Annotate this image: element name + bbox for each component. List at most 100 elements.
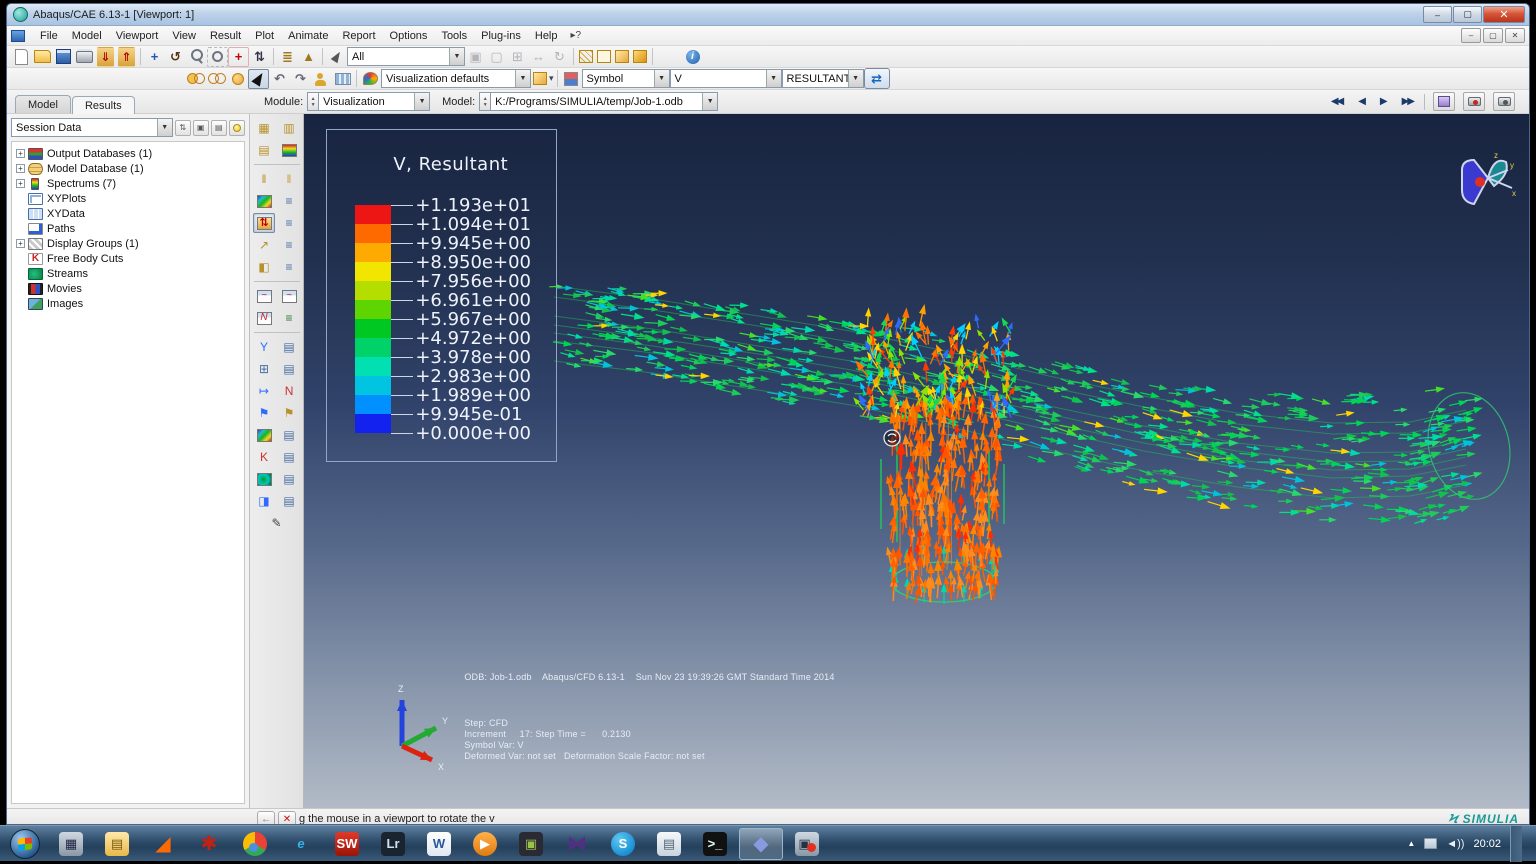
taskbar-remote-desktop[interactable]: ▦ (49, 828, 93, 860)
ladder-tool-icon[interactable]: ≣ (277, 47, 298, 67)
first-frame-button[interactable]: ◀◀ (1328, 94, 1345, 109)
tree-item-streams[interactable]: Streams (14, 266, 242, 281)
pan-view-icon[interactable]: + (144, 47, 165, 67)
tree-item-xydata[interactable]: XYData (14, 206, 242, 221)
save-image-icon[interactable] (1463, 92, 1485, 111)
open-file-icon[interactable] (32, 47, 53, 67)
taskbar-command-prompt[interactable]: >_ (693, 828, 737, 860)
last-frame-button[interactable]: ▶▶ (1399, 94, 1416, 109)
menu-report[interactable]: Report (335, 28, 382, 44)
create-path-icon[interactable]: ↦ (253, 381, 275, 401)
venn-union-icon[interactable] (185, 69, 206, 89)
spectrum-manager-icon[interactable] (278, 140, 300, 160)
tree-filter-button[interactable]: ▤ (211, 120, 227, 136)
annotation-dialog-icon[interactable]: ▤ (278, 359, 300, 379)
tree-expander[interactable]: + (16, 164, 25, 173)
plot-material-orientations-icon[interactable]: ↗ (253, 235, 275, 255)
taskbar-explorer[interactable]: ▤ (95, 828, 139, 860)
rotate-view-icon[interactable]: ↺ (165, 47, 186, 67)
stream-tool-icon[interactable] (253, 469, 275, 489)
prompt-back-icon[interactable]: ← (257, 811, 275, 825)
allow-multiple-plot-states-icon[interactable]: ◧ (253, 257, 275, 277)
tree-expander[interactable]: + (16, 179, 25, 188)
tree-item-images[interactable]: Images (14, 296, 242, 311)
drag-rect-icon[interactable]: ⊞ (507, 47, 528, 67)
tree-item-spectrums-7[interactable]: +Spectrums (7) (14, 176, 242, 191)
plot-contours-icon[interactable] (253, 191, 275, 211)
mdi-restore-button[interactable]: ▢ (1483, 28, 1503, 43)
menu-tools[interactable]: Tools (434, 28, 474, 44)
menu-model[interactable]: Model (65, 28, 109, 44)
taskbar-internet-explorer[interactable]: e (279, 828, 323, 860)
color-code-pencil-icon[interactable]: ✎ (266, 513, 288, 533)
create-table-report-icon[interactable]: ⊞ (253, 359, 275, 379)
clock[interactable]: 20:02 (1473, 838, 1501, 850)
filled-render-icon[interactable] (631, 47, 649, 67)
close-button[interactable]: ✕ (1483, 6, 1525, 23)
probe-values-icon[interactable]: Y (253, 337, 275, 357)
field-variable-combo[interactable]: V▼ (670, 69, 782, 88)
sweep-icon[interactable]: ↔ (528, 47, 549, 67)
taskbar-notepad[interactable]: ▤ (647, 828, 691, 860)
taskbar-chrome[interactable] (233, 828, 277, 860)
field-output-dialog-icon[interactable]: ▥ (278, 118, 300, 138)
visualization-defaults-combo[interactable]: Visualization defaults▼ (381, 69, 531, 88)
menu-plot[interactable]: Plot (248, 28, 281, 44)
tree-collapse-button[interactable]: ▣ (193, 120, 209, 136)
menu-animate[interactable]: Animate (281, 28, 335, 44)
query-person-icon[interactable] (311, 69, 332, 89)
selection-filter-combo[interactable]: All▼ (347, 47, 465, 66)
plot-symbols-icon[interactable]: ⇅ (253, 213, 275, 233)
cycle-views-icon[interactable]: ⇅ (249, 47, 270, 67)
field-variable-combo-arrow[interactable]: ▼ (766, 70, 781, 87)
wireframe-render-icon[interactable] (577, 47, 595, 67)
menu-view[interactable]: View (165, 28, 203, 44)
session-data-combo[interactable]: Session Data▼ (11, 118, 173, 137)
stream-dialog-icon[interactable]: ▤ (278, 469, 300, 489)
venn-intersect-icon[interactable] (206, 69, 227, 89)
menu-result[interactable]: Result (203, 28, 248, 44)
render-style-dropdown-arrow[interactable]: ▾ (549, 73, 554, 84)
render-style-dropdown-icon[interactable] (531, 69, 549, 89)
display-group-tool-icon[interactable]: ◨ (253, 491, 275, 511)
legend-dialog-icon[interactable]: ▤ (278, 425, 300, 445)
tree-item-movies[interactable]: Movies (14, 281, 242, 296)
export-odb-icon[interactable]: ⇑ (118, 47, 135, 67)
title-bar[interactable]: Abaqus/CAE 6.13-1 [Viewport: 1] – ▢ ✕ (7, 4, 1529, 26)
free-body-cut-tool-icon[interactable]: K (253, 447, 275, 467)
frame-tool-icon[interactable]: ▲ (298, 47, 319, 67)
model-spinner[interactable]: ▲▼ (479, 92, 490, 111)
tree-expander[interactable]: + (16, 239, 25, 248)
box-zoom-icon[interactable] (207, 47, 228, 67)
query-info-icon[interactable] (682, 47, 703, 67)
menu-help[interactable]: Help (528, 28, 565, 44)
redo-icon[interactable]: ↷ (290, 69, 311, 89)
xy-data-list-icon[interactable]: ≡ (278, 308, 300, 328)
mdi-minimize-button[interactable]: – (1461, 28, 1481, 43)
component-combo-arrow[interactable]: ▼ (848, 70, 863, 87)
frame-selector-icon[interactable]: ▤ (253, 140, 275, 160)
taskbar-abaqus-star[interactable]: ✱ (187, 828, 231, 860)
module-combo[interactable]: Visualization▼ (318, 92, 430, 111)
tree-item-free-body-cuts[interactable]: KFree Body Cuts (14, 251, 242, 266)
magnify-view-icon[interactable] (186, 47, 207, 67)
path-plot-icon[interactable]: N (278, 381, 300, 401)
viewport-menu-icon[interactable] (11, 30, 25, 42)
select-cursor-icon[interactable] (326, 47, 347, 67)
taskbar-visual-studio[interactable]: ⋈ (555, 828, 599, 860)
module-spinner[interactable]: ▲▼ (307, 92, 318, 111)
probe-dialog-icon[interactable]: ▤ (278, 337, 300, 357)
print-icon[interactable] (74, 47, 95, 67)
xy-data-ascii-icon[interactable]: ~ (253, 286, 275, 306)
visualization-defaults-combo-arrow[interactable]: ▼ (515, 70, 530, 87)
taskbar-matlab[interactable]: ◢ (141, 828, 185, 860)
plot-mode-combo[interactable]: Symbol▼ (582, 69, 670, 88)
tree-item-model-database-1[interactable]: +Model Database (1) (14, 161, 242, 176)
taskbar-screen-recorder[interactable]: ▣ (785, 828, 829, 860)
arrow-tool-icon[interactable] (248, 69, 269, 89)
venn-single-icon[interactable] (227, 69, 248, 89)
show-desktop-button[interactable] (1510, 826, 1522, 862)
viewport-canvas[interactable]: ZYXzyx V, Resultant +1.193e+01+1.094e+01… (304, 114, 1529, 808)
view-cut-options-icon[interactable]: ⚑ (278, 403, 300, 423)
prompt-cancel-icon[interactable]: ✕ (278, 811, 296, 825)
